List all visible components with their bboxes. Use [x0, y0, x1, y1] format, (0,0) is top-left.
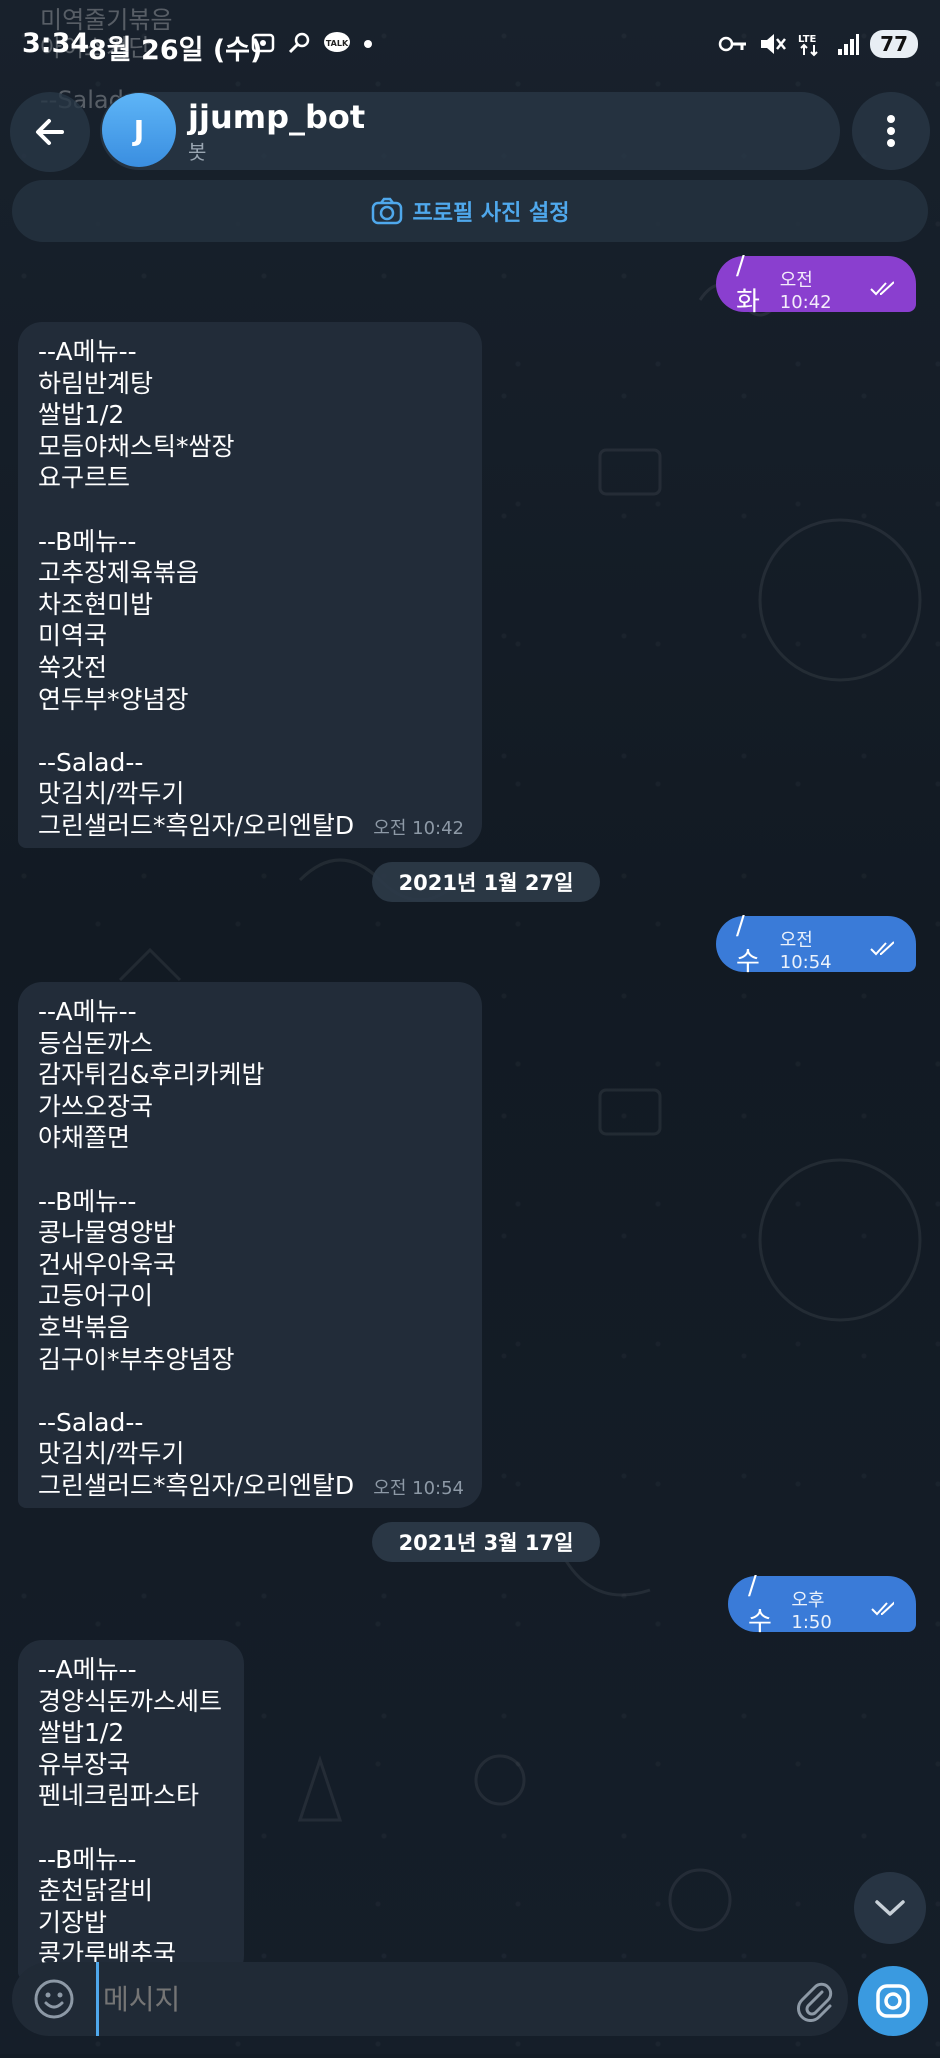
steam-icon — [288, 32, 310, 54]
menu-line: 유부장국 — [38, 1749, 131, 1779]
message-time: 오전 10:54 — [373, 1478, 464, 1499]
battery-indicator: 77 — [870, 30, 918, 58]
back-button[interactable] — [10, 92, 90, 172]
outgoing-message[interactable]: /수 오전 10:54 — [716, 911, 916, 977]
menu-line — [38, 494, 462, 526]
menu-line: 펜네크림파스타 — [38, 1781, 200, 1811]
message-text: /수 — [748, 1570, 772, 1637]
status-bar: 3:34 8월 26일 (수) TALK LTE 77 — [0, 0, 940, 90]
double-check-icon — [870, 1601, 894, 1616]
smile-icon[interactable] — [32, 1977, 76, 2021]
incoming-message[interactable]: --A메뉴-- 하림반계탕 쌀밥1/2 모듬야채스틱*쌈장 요구르트 --B메뉴… — [18, 322, 482, 848]
message-time: 오전 10:42 — [373, 818, 464, 839]
svg-text:LTE: LTE — [798, 34, 817, 45]
outgoing-message[interactable]: /수 오후 1:50 — [728, 1571, 916, 1637]
incoming-message[interactable]: --A메뉴-- 등심돈까스 감자튀김&후리카케밥 가쓰오장국 야채쫄면 --B메… — [18, 982, 482, 1508]
message-text: /수 — [736, 910, 760, 977]
incoming-message[interactable]: --A메뉴-- 경양식돈까스세트 쌀밥1/2 유부장국 펜네크림파스타 --B메… — [18, 1640, 244, 1980]
menu-line: 맛김치/깍두기 — [38, 779, 185, 809]
menu-line: 미역국 — [38, 621, 108, 651]
double-check-icon — [870, 941, 894, 956]
menu-line: 가쓰오장국 — [38, 1091, 154, 1121]
menu-line: 모듬야채스틱*쌈장 — [38, 431, 235, 461]
menu-line: 쌀밥1/2 — [38, 400, 125, 430]
menu-line: 등심돈까스 — [38, 1028, 154, 1058]
menu-line: --B메뉴-- — [38, 1186, 137, 1216]
message-composer — [12, 1962, 848, 2036]
camera-icon — [371, 197, 402, 225]
menu-line: --Salad-- — [38, 1407, 144, 1437]
menu-line: 요구르트 — [38, 463, 131, 493]
chat-header[interactable]: J jjump_bot 봇 — [100, 92, 840, 170]
status-date: 8월 26일 (수) — [88, 35, 263, 66]
double-check-icon — [870, 281, 894, 296]
lte-icon: LTE — [798, 34, 818, 57]
menu-line: 호박볶음 — [38, 1312, 131, 1342]
message-time: 오전 10:54 — [779, 929, 832, 973]
date-separator: 2021년 3월 17일 — [372, 1522, 600, 1562]
more-vertical-icon — [887, 115, 895, 147]
talk-icon: TALK — [324, 32, 350, 52]
menu-line: 건새우아욱국 — [38, 1249, 177, 1279]
avatar[interactable]: J — [102, 93, 176, 167]
menu-line: 감자튀김&후리카케밥 — [38, 1060, 265, 1090]
arrow-left-icon — [36, 119, 64, 145]
menu-line: 기장밥 — [38, 1907, 108, 1937]
menu-line — [38, 1375, 462, 1407]
menu-line: --B메뉴-- — [38, 1844, 137, 1874]
profile-bar-label: 프로필 사진 설정 — [412, 201, 570, 226]
chat-title: jjump_bot — [188, 98, 366, 136]
menu-line: 맛김치/깍두기 — [38, 1439, 185, 1469]
message-text: /화 — [736, 250, 760, 317]
screenshot-icon — [251, 33, 275, 53]
scroll-to-bottom-button[interactable] — [854, 1872, 926, 1944]
menu-line: --A메뉴-- — [38, 337, 137, 366]
menu-line — [38, 1154, 462, 1186]
mute-icon — [761, 34, 787, 54]
status-time: 3:34 — [22, 28, 90, 59]
menu-line: 고추장제육볶음 — [38, 558, 200, 588]
svg-text:TALK: TALK — [326, 39, 349, 48]
more-menu-button[interactable] — [852, 92, 930, 170]
menu-line: 콩나물영양밥 — [38, 1218, 177, 1248]
menu-line: --A메뉴-- — [38, 1655, 137, 1684]
menu-line: 연두부*양념장 — [38, 684, 189, 714]
menu-line: --B메뉴-- — [38, 526, 137, 556]
menu-line: 쌀밥1/2 — [38, 1718, 125, 1748]
menu-line: 차조현미밥 — [38, 589, 154, 619]
camera-send-button[interactable] — [858, 1966, 928, 2036]
menu-line: 김구이*부추양념장 — [38, 1344, 235, 1374]
key-icon — [718, 36, 747, 52]
menu-line — [38, 1812, 224, 1844]
paperclip-icon[interactable] — [792, 1978, 836, 2022]
chevron-down-icon — [875, 1900, 905, 1916]
menu-line: 경양식돈까스세트 — [38, 1686, 223, 1716]
menu-line: 고등어구이 — [38, 1281, 154, 1311]
outgoing-message[interactable]: /화 오전 10:42 — [716, 251, 916, 317]
menu-line: --A메뉴-- — [38, 997, 137, 1026]
menu-line: 쑥갓전 — [38, 652, 108, 682]
menu-line: 야채쫄면 — [38, 1123, 131, 1153]
camera-icon — [876, 1984, 910, 2018]
menu-line: 춘천닭갈비 — [38, 1876, 154, 1906]
dot-icon — [364, 40, 372, 48]
message-time: 오후 1:50 — [791, 1589, 832, 1633]
message-input[interactable] — [96, 1962, 696, 2036]
menu-line: --Salad-- — [38, 747, 144, 777]
menu-line — [38, 715, 462, 747]
set-profile-photo-button[interactable]: 프로필 사진 설정 — [12, 180, 928, 242]
menu-line: 하림반계탕 — [38, 368, 154, 398]
message-time: 오전 10:42 — [779, 269, 832, 313]
date-separator: 2021년 1월 27일 — [372, 862, 600, 902]
chat-subtitle: 봇 — [188, 140, 207, 164]
signal-icon — [838, 34, 860, 55]
